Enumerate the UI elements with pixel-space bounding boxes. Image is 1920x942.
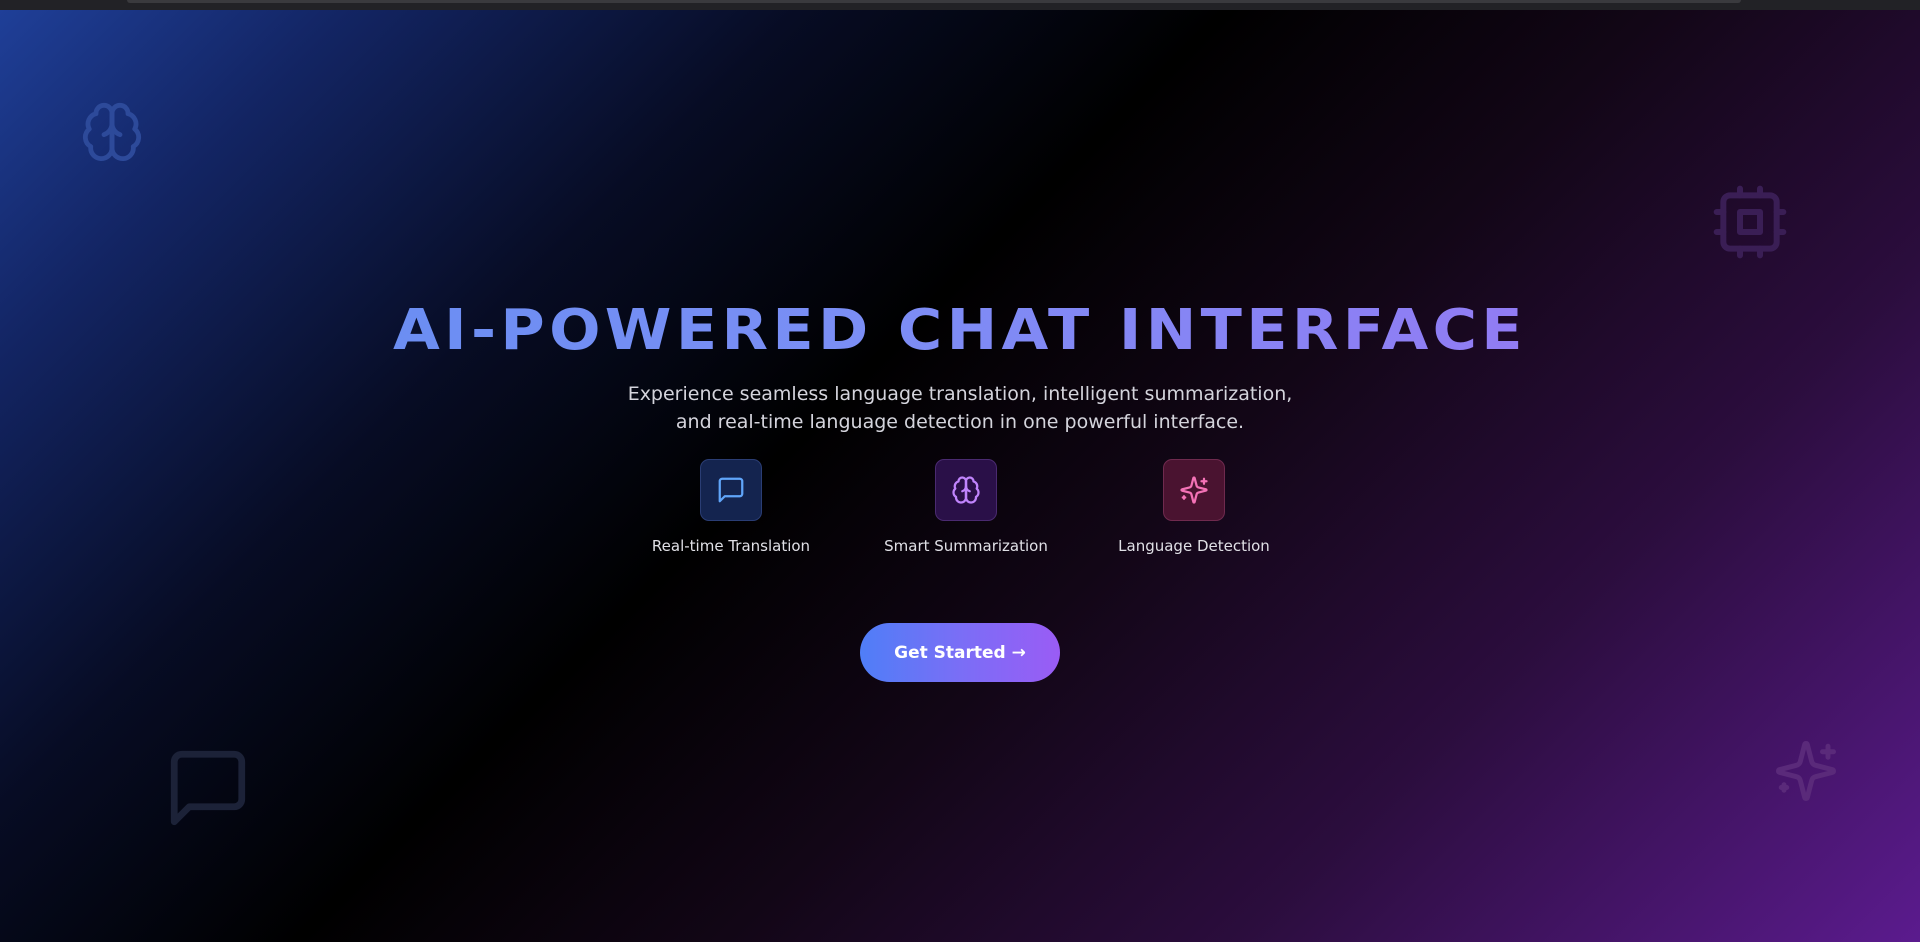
feature-icon-box: [1163, 459, 1225, 521]
hero-subtitle-line-1: Experience seamless language translation…: [627, 383, 1293, 405]
feature-label: Language Detection: [1118, 537, 1270, 555]
hero-section: AI-Powered Chat Interface Experience sea…: [0, 10, 1920, 942]
feature-label: Real-time Translation: [651, 537, 811, 555]
feature-smart-summarization: Smart Summarization: [866, 459, 1066, 555]
message-square-icon: [716, 475, 746, 505]
feature-real-time-translation: Real-time Translation: [631, 459, 831, 555]
hero-subtitle: Experience seamless language translation…: [560, 380, 1360, 436]
message-square-icon: [163, 743, 253, 833]
page-title: AI-Powered Chat Interface: [0, 296, 1920, 366]
hero-subtitle-line-2: and real-time language detection in one …: [675, 411, 1245, 433]
sparkles-icon: [1179, 475, 1209, 505]
browser-scroll-track: [127, 0, 1741, 3]
feature-language-detection: Language Detection: [1094, 459, 1294, 555]
cpu-icon: [1710, 182, 1790, 262]
sparkles-icon: [1773, 738, 1839, 804]
browser-top-bar: [0, 0, 1920, 10]
brain-icon: [80, 100, 144, 164]
feature-icon-box: [935, 459, 997, 521]
get-started-button[interactable]: Get Started →: [860, 623, 1060, 682]
brain-icon: [951, 475, 981, 505]
feature-icon-box: [700, 459, 762, 521]
feature-label: Smart Summarization: [884, 537, 1048, 555]
